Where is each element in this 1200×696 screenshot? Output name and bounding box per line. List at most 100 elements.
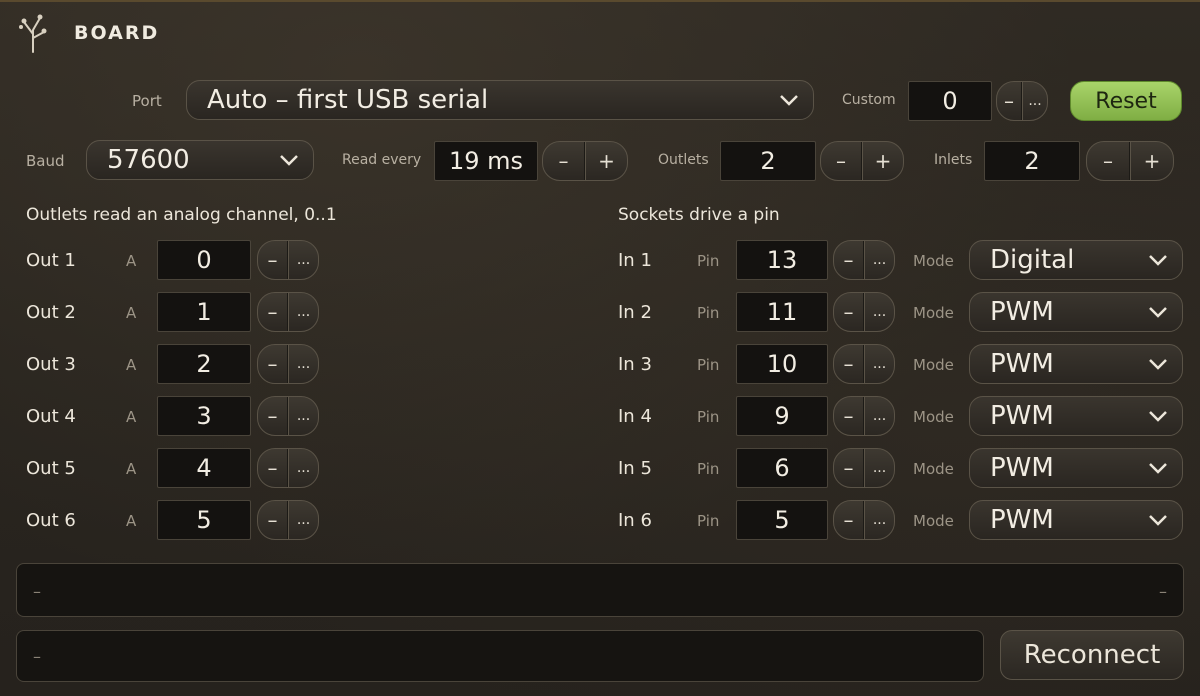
mode-dropdown[interactable]: PWM <box>969 500 1183 540</box>
console-text-left: – <box>33 582 41 601</box>
mode-dropdown[interactable]: PWM <box>969 448 1183 488</box>
pin-field[interactable]: 13 <box>736 240 828 280</box>
decrement-button[interactable]: – <box>258 449 288 487</box>
outlets-stepper[interactable]: – + <box>820 141 904 181</box>
mode-label: Mode <box>913 356 954 374</box>
console-text-right: – <box>1159 582 1167 601</box>
pin-field[interactable]: 5 <box>736 500 828 540</box>
mode-label: Mode <box>913 512 954 530</box>
channel-stepper[interactable]: –... <box>833 396 895 436</box>
decrement-button[interactable]: – <box>834 501 864 539</box>
more-button[interactable]: ... <box>288 345 318 383</box>
mode-label: Mode <box>913 252 954 270</box>
increment-button[interactable]: + <box>862 142 903 180</box>
channel-stepper[interactable]: –... <box>833 240 895 280</box>
decrement-button[interactable]: – <box>834 345 864 383</box>
more-button[interactable]: ... <box>864 501 894 539</box>
decrement-button[interactable]: – <box>258 241 288 279</box>
out-row-label: Out 5 <box>26 458 76 479</box>
pin-label: Pin <box>697 460 720 478</box>
analog-channel-field[interactable]: 1 <box>157 292 251 332</box>
more-button[interactable]: ... <box>288 449 318 487</box>
more-button[interactable]: ... <box>288 397 318 435</box>
decrement-button[interactable]: – <box>258 293 288 331</box>
chevron-down-icon <box>780 95 798 106</box>
port-dropdown[interactable]: Auto – first USB serial <box>186 80 814 120</box>
in-row-label: In 6 <box>618 510 652 531</box>
channel-stepper[interactable]: –... <box>833 500 895 540</box>
mode-label: Mode <box>913 304 954 322</box>
analog-prefix-label: A <box>126 356 137 374</box>
analog-channel-field[interactable]: 2 <box>157 344 251 384</box>
more-button[interactable]: ... <box>864 397 894 435</box>
channel-stepper[interactable]: –... <box>257 292 319 332</box>
more-button[interactable]: ... <box>288 501 318 539</box>
decrement-button[interactable]: – <box>1087 142 1130 180</box>
inlets-field[interactable]: 2 <box>984 141 1080 181</box>
out-row-label: Out 4 <box>26 406 76 427</box>
analog-channel-field[interactable]: 0 <box>157 240 251 280</box>
in-row-label: In 1 <box>618 250 652 271</box>
more-button[interactable]: ... <box>864 449 894 487</box>
outlets-field[interactable]: 2 <box>720 141 816 181</box>
channel-stepper[interactable]: –... <box>833 344 895 384</box>
mode-dropdown[interactable]: PWM <box>969 344 1183 384</box>
mode-value: PWM <box>990 349 1054 379</box>
channel-stepper[interactable]: –... <box>257 396 319 436</box>
mode-value: PWM <box>990 297 1054 327</box>
channel-stepper[interactable]: –... <box>257 500 319 540</box>
mode-dropdown[interactable]: PWM <box>969 292 1183 332</box>
mode-dropdown[interactable]: PWM <box>969 396 1183 436</box>
mode-value: PWM <box>990 453 1054 483</box>
analog-prefix-label: A <box>126 252 137 270</box>
pin-label: Pin <box>697 408 720 426</box>
decrement-button[interactable]: – <box>834 449 864 487</box>
custom-label: Custom <box>842 92 896 108</box>
more-button[interactable]: ... <box>1022 82 1047 120</box>
increment-button[interactable]: + <box>1130 142 1173 180</box>
mode-dropdown[interactable]: Digital <box>969 240 1183 280</box>
more-button[interactable]: ... <box>864 241 894 279</box>
pin-field[interactable]: 11 <box>736 292 828 332</box>
decrement-button[interactable]: – <box>834 293 864 331</box>
chevron-down-icon <box>1149 307 1167 318</box>
channel-stepper[interactable]: –... <box>833 448 895 488</box>
decrement-button[interactable]: – <box>834 241 864 279</box>
analog-channel-field[interactable]: 3 <box>157 396 251 436</box>
read-every-stepper[interactable]: – + <box>542 141 628 181</box>
decrement-button[interactable]: – <box>258 397 288 435</box>
more-button[interactable]: ... <box>288 241 318 279</box>
pin-label: Pin <box>697 512 720 530</box>
increment-button[interactable]: + <box>585 142 627 180</box>
decrement-button[interactable]: – <box>543 142 585 180</box>
baud-dropdown[interactable]: 57600 <box>86 140 314 180</box>
reconnect-button[interactable]: Reconnect <box>1000 630 1184 680</box>
pin-label: Pin <box>697 304 720 322</box>
decrement-button[interactable]: – <box>834 397 864 435</box>
reset-button[interactable]: Reset <box>1070 81 1182 121</box>
decrement-button[interactable]: – <box>258 501 288 539</box>
more-button[interactable]: ... <box>864 345 894 383</box>
channel-stepper[interactable]: –... <box>257 448 319 488</box>
pin-field[interactable]: 9 <box>736 396 828 436</box>
decrement-button[interactable]: – <box>821 142 862 180</box>
channel-stepper[interactable]: –... <box>257 344 319 384</box>
more-button[interactable]: ... <box>288 293 318 331</box>
mode-value: PWM <box>990 401 1054 431</box>
in-row-label: In 3 <box>618 354 652 375</box>
chevron-down-icon <box>1149 515 1167 526</box>
more-button[interactable]: ... <box>864 293 894 331</box>
channel-stepper[interactable]: –... <box>257 240 319 280</box>
decrement-button[interactable]: – <box>997 82 1022 120</box>
channel-stepper[interactable]: –... <box>833 292 895 332</box>
inlets-stepper[interactable]: – + <box>1086 141 1174 181</box>
analog-channel-field[interactable]: 4 <box>157 448 251 488</box>
analog-channel-field[interactable]: 5 <box>157 500 251 540</box>
pin-field[interactable]: 6 <box>736 448 828 488</box>
pin-field[interactable]: 10 <box>736 344 828 384</box>
inlets-label: Inlets <box>934 152 973 168</box>
custom-field[interactable]: 0 <box>908 81 992 121</box>
decrement-button[interactable]: – <box>258 345 288 383</box>
custom-stepper[interactable]: – ... <box>996 81 1048 121</box>
read-every-field[interactable]: 19 ms <box>434 141 538 181</box>
